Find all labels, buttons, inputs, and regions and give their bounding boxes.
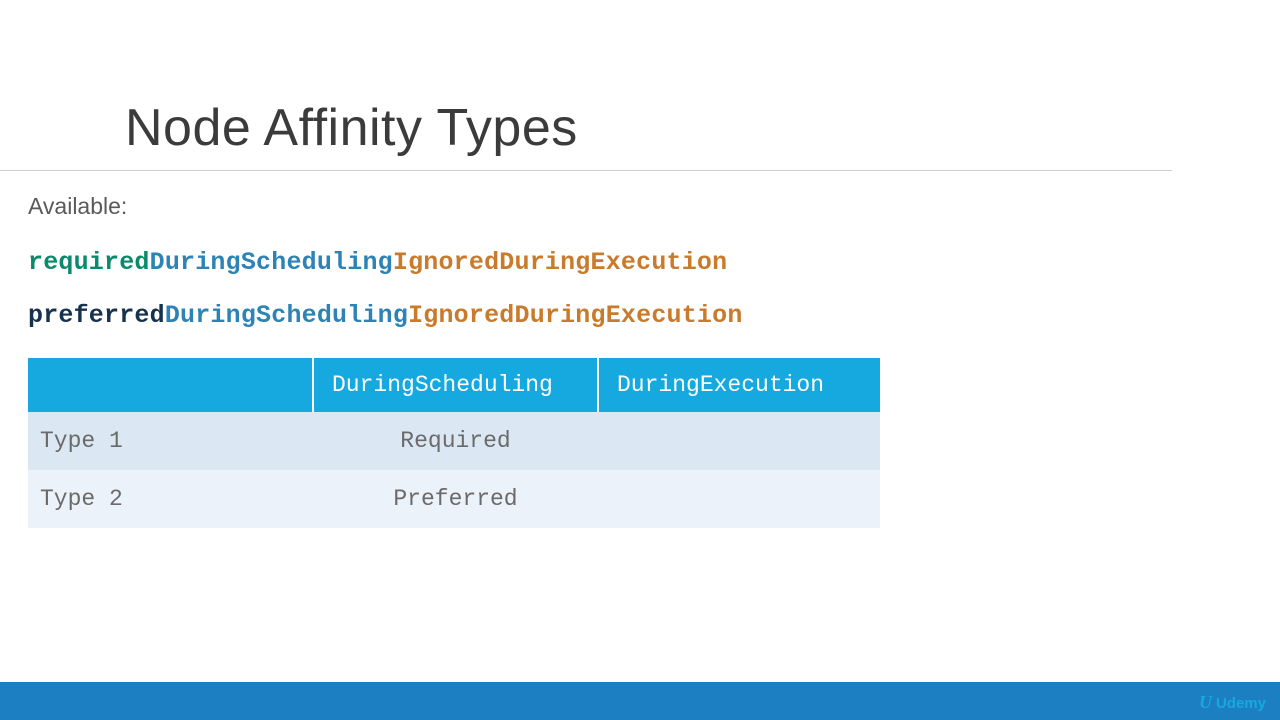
segment-ignored-during-execution: IgnoredDuringExecution xyxy=(408,301,742,330)
brand-udemy: U Udemy xyxy=(1199,693,1266,714)
brand-label: Udemy xyxy=(1216,695,1266,712)
slide: Node Affinity Types Available: requiredD… xyxy=(0,0,1280,720)
cell-type-label: Type 1 xyxy=(28,412,313,470)
segment-preferred: preferred xyxy=(28,301,165,330)
cell-execution xyxy=(598,412,880,470)
affinity-type-line-1: requiredDuringSchedulingIgnoredDuringExe… xyxy=(28,248,1280,277)
segment-during-scheduling: DuringScheduling xyxy=(150,248,393,277)
footer-bar xyxy=(0,682,1280,720)
cell-type-label: Type 2 xyxy=(28,470,313,528)
cell-scheduling: Required xyxy=(313,412,598,470)
segment-during-scheduling: DuringScheduling xyxy=(165,301,408,330)
segment-ignored-during-execution: IgnoredDuringExecution xyxy=(393,248,727,277)
cell-execution xyxy=(598,470,880,528)
cell-scheduling: Preferred xyxy=(313,470,598,528)
affinity-type-line-2: preferredDuringSchedulingIgnoredDuringEx… xyxy=(28,301,1280,330)
slide-title: Node Affinity Types xyxy=(0,0,1172,171)
subtitle-available: Available: xyxy=(28,193,1280,220)
header-during-execution: DuringExecution xyxy=(598,358,880,412)
table-row: Type 2 Preferred xyxy=(28,470,880,528)
segment-required: required xyxy=(28,248,150,277)
table-row: Type 1 Required xyxy=(28,412,880,470)
header-blank xyxy=(28,358,313,412)
header-during-scheduling: DuringScheduling xyxy=(313,358,598,412)
brand-u-icon: U xyxy=(1199,692,1212,713)
affinity-types-table: DuringScheduling DuringExecution Type 1 … xyxy=(28,358,880,528)
table-header-row: DuringScheduling DuringExecution xyxy=(28,358,880,412)
